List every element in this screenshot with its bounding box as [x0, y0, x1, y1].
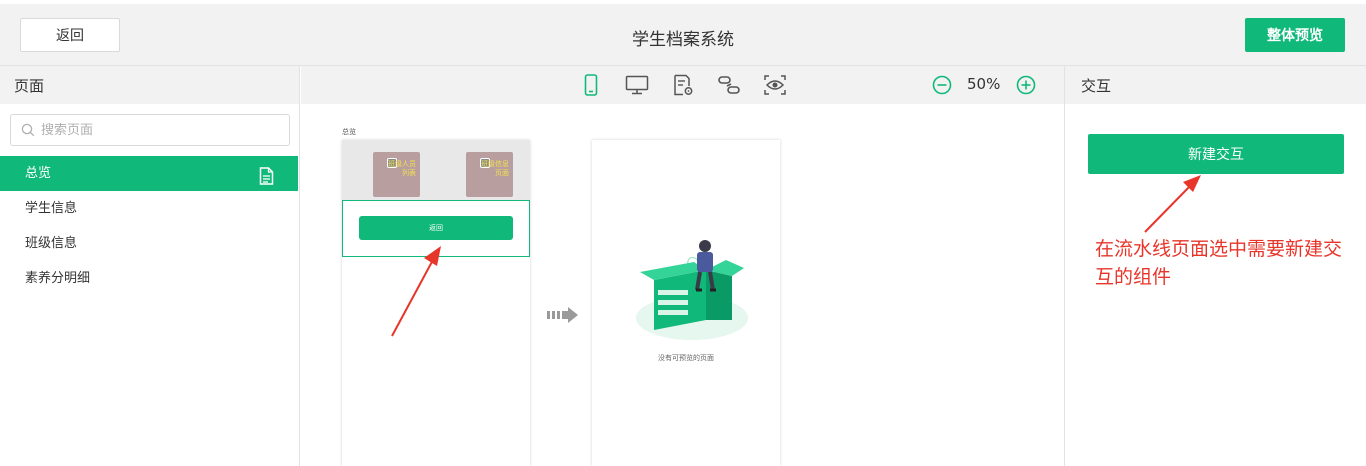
link-icon[interactable]: [716, 72, 742, 98]
canvas-area: 50% 总览 班级人员列表 班级信息页面 返回 没有可预览的页面: [301, 66, 1064, 466]
canvas-toolbar: 50%: [301, 66, 1064, 104]
zoom-level: 50%: [967, 75, 1001, 93]
mobile-icon[interactable]: [578, 72, 604, 98]
page-item-label: 素养分明细: [25, 271, 91, 286]
page-item-student-info[interactable]: 学生信息: [0, 191, 298, 226]
pages-panel-title: 页面: [0, 66, 299, 104]
page-list: 总览 学生信息 班级信息 素养分明细: [0, 156, 298, 296]
inner-back-button[interactable]: 返回: [359, 216, 513, 240]
page-item-class-info[interactable]: 班级信息: [0, 226, 298, 261]
zoom-out-icon[interactable]: [929, 72, 955, 98]
zoom-in-icon[interactable]: [1013, 72, 1039, 98]
page-settings-icon[interactable]: [670, 72, 696, 98]
tile-label: 班级人员列表: [388, 160, 416, 177]
search-input[interactable]: [41, 122, 271, 138]
screen-label: 总览: [342, 128, 356, 136]
overall-preview-button[interactable]: 整体预览: [1245, 18, 1345, 52]
tile-label: 班级信息页面: [481, 160, 509, 177]
pipeline-screen-card[interactable]: 班级人员列表 班级信息页面 返回: [342, 140, 530, 466]
app-title: 学生档案系统: [632, 30, 734, 50]
empty-box-illustration: [636, 240, 748, 340]
flow-arrow-icon: [547, 307, 578, 323]
empty-state-text: 没有可预览的页面: [658, 354, 714, 362]
page-item-label: 总览: [25, 166, 52, 181]
page-item-score-detail[interactable]: 素养分明细: [0, 261, 298, 296]
interaction-panel-title: 交互: [1065, 66, 1366, 104]
desktop-icon[interactable]: [624, 72, 650, 98]
preview-eye-icon[interactable]: [762, 72, 788, 98]
page-item-label: 班级信息: [25, 236, 78, 251]
pages-panel: 页面 总览 学生信息 班级信息: [0, 66, 300, 466]
top-bar: 返回 学生档案系统 整体预览: [0, 0, 1366, 66]
selected-component[interactable]: 返回: [342, 200, 530, 257]
preview-screen-card: 没有可预览的页面: [592, 140, 780, 466]
component-tile[interactable]: 班级人员列表: [373, 152, 420, 197]
screen-header-area: 班级人员列表 班级信息页面: [342, 140, 530, 200]
new-interaction-button[interactable]: 新建交互: [1088, 134, 1344, 174]
search-box[interactable]: [10, 114, 290, 146]
search-icon: [21, 123, 35, 137]
page-item-overview[interactable]: 总览: [0, 156, 298, 191]
annotation-text: 在流水线页面选中需要新建交互的组件: [1095, 238, 1343, 288]
component-tile[interactable]: 班级信息页面: [466, 152, 513, 197]
page-item-label: 学生信息: [25, 201, 78, 216]
